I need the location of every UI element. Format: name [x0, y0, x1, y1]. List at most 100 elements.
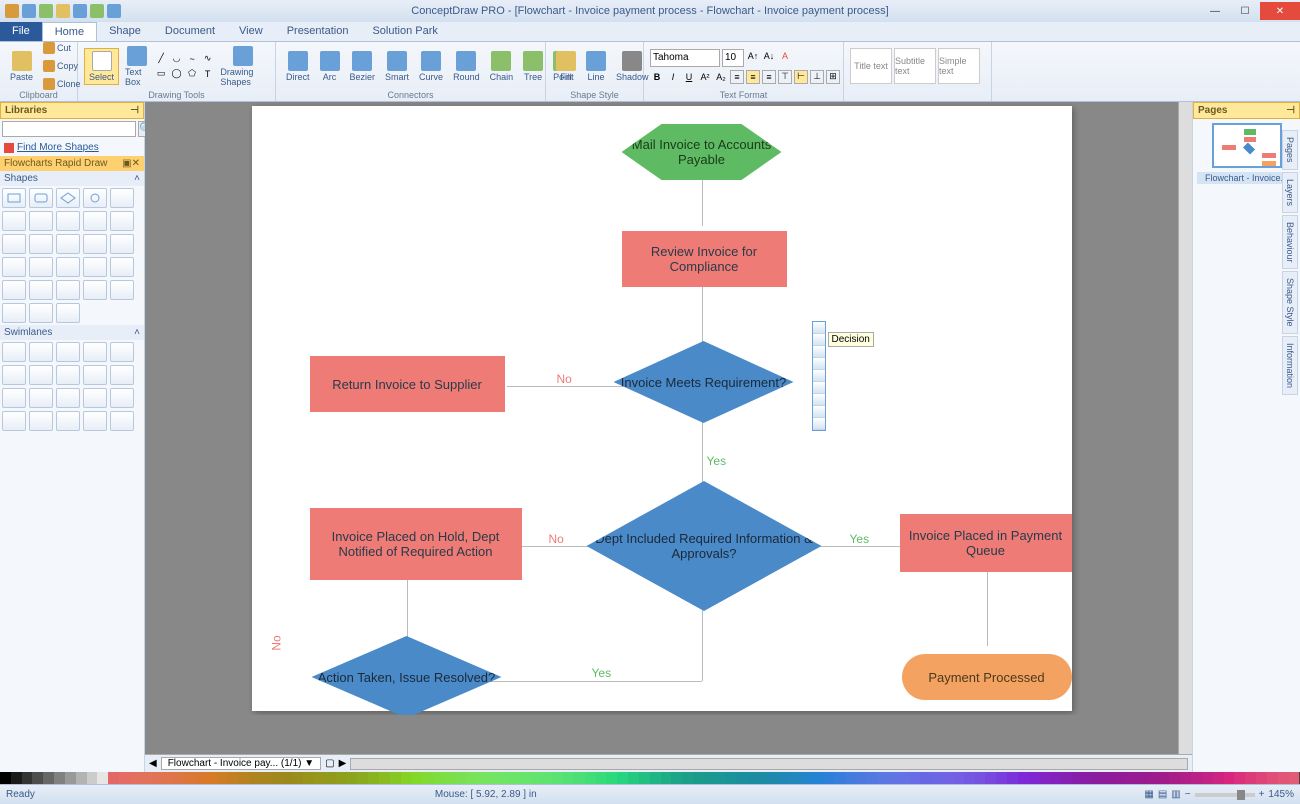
tab-solution-park[interactable]: Solution Park	[360, 22, 449, 41]
tool-ellipse[interactable]: ◯	[170, 67, 184, 81]
tab-view[interactable]: View	[227, 22, 275, 41]
qat-undo-icon[interactable]	[39, 4, 53, 18]
align-bottom[interactable]: ⊥	[810, 70, 824, 84]
node-invoice-meets[interactable]: Invoice Meets Requirement?	[614, 341, 794, 423]
qat-redo-icon[interactable]	[56, 4, 70, 18]
superscript-button[interactable]: A²	[698, 70, 712, 84]
smart-tb-4[interactable]	[813, 358, 825, 370]
swimlanes-subsection[interactable]: Swimlanes ˄	[0, 325, 144, 340]
shape-24[interactable]	[83, 280, 107, 300]
section-rapid-draw[interactable]: Flowcharts Rapid Draw▣✕	[0, 156, 144, 171]
tab-presentation[interactable]: Presentation	[275, 22, 361, 41]
shape-6[interactable]	[2, 211, 26, 231]
tab-home[interactable]: Home	[42, 22, 97, 41]
shape-25[interactable]	[110, 280, 134, 300]
conn-bezier[interactable]: Bezier	[346, 49, 380, 84]
tool-poly[interactable]: ⬠	[185, 67, 199, 81]
textbox-button[interactable]: Text Box	[121, 44, 152, 89]
smart-toolbar[interactable]	[812, 321, 826, 431]
shape-5[interactable]	[110, 188, 134, 208]
conn-direct[interactable]: Direct	[282, 49, 314, 84]
shape-10[interactable]	[110, 211, 134, 231]
swim-18[interactable]	[56, 411, 80, 431]
qat-print-icon[interactable]	[73, 4, 87, 18]
smart-tb-3[interactable]	[813, 346, 825, 358]
subscript-button[interactable]: A₂	[714, 70, 728, 84]
grow-font[interactable]: A↑	[746, 49, 760, 63]
shape-rect[interactable]	[2, 188, 26, 208]
node-payment-queue[interactable]: Invoice Placed in Payment Queue	[900, 514, 1072, 572]
swim-6[interactable]	[2, 365, 26, 385]
conn-round[interactable]: Round	[449, 49, 484, 84]
pin-icon[interactable]: ⊣	[1286, 105, 1295, 116]
close-button[interactable]: ✕	[1260, 2, 1300, 20]
qat-dropdown-icon[interactable]	[107, 4, 121, 18]
bold-button[interactable]: B	[650, 70, 664, 84]
tool-spline[interactable]: ∿	[201, 52, 215, 66]
swim-7[interactable]	[29, 365, 53, 385]
shapes-subsection[interactable]: Shapes ˄	[0, 171, 144, 186]
shape-21[interactable]	[2, 280, 26, 300]
conn-arc[interactable]: Arc	[316, 49, 344, 84]
swim-2[interactable]	[29, 342, 53, 362]
style-subtitle[interactable]: Subtitle text	[894, 48, 936, 84]
conn-chain[interactable]: Chain	[486, 49, 518, 84]
node-action-taken[interactable]: Action Taken, Issue Resolved?	[312, 636, 502, 715]
shape-circle[interactable]	[83, 188, 107, 208]
tool-rect[interactable]: ▭	[154, 67, 168, 81]
qat-save-icon[interactable]	[22, 4, 36, 18]
smart-tb-5[interactable]	[813, 370, 825, 382]
pagetab-new[interactable]: ▢	[325, 758, 334, 769]
shape-8[interactable]	[56, 211, 80, 231]
align-left[interactable]: ≡	[730, 70, 744, 84]
zoom-value[interactable]: 145%	[1268, 789, 1294, 800]
tab-file[interactable]: File	[0, 22, 42, 41]
conn-tree[interactable]: Tree	[519, 49, 547, 84]
shape-14[interactable]	[83, 234, 107, 254]
view-icon-3[interactable]: ▥	[1171, 789, 1180, 800]
fill-button[interactable]: Fill	[552, 49, 580, 84]
canvas[interactable]: Mail Invoice to Accounts Payable Review …	[252, 106, 1072, 711]
align-middle[interactable]: ⊢	[794, 70, 808, 84]
swim-4[interactable]	[83, 342, 107, 362]
sidetab-shape-style[interactable]: Shape Style	[1282, 271, 1298, 334]
vertical-scrollbar[interactable]	[1178, 102, 1192, 754]
style-title[interactable]: Title text	[850, 48, 892, 84]
swim-15[interactable]	[110, 388, 134, 408]
sidetab-layers[interactable]: Layers	[1282, 172, 1298, 213]
select-button[interactable]: Select	[84, 48, 119, 85]
fontsize-select[interactable]	[722, 49, 744, 67]
swim-1[interactable]	[2, 342, 26, 362]
conn-smart[interactable]: Smart	[381, 49, 413, 84]
node-mail-invoice[interactable]: Mail Invoice to Accounts Payable	[622, 124, 782, 180]
zoom-in[interactable]: +	[1259, 789, 1265, 800]
zoom-out[interactable]: −	[1185, 789, 1191, 800]
sidetab-pages[interactable]: Pages	[1282, 130, 1298, 170]
swim-9[interactable]	[83, 365, 107, 385]
node-payment-processed[interactable]: Payment Processed	[902, 654, 1072, 700]
font-color[interactable]: A	[778, 49, 792, 63]
swim-17[interactable]	[29, 411, 53, 431]
shape-20[interactable]	[110, 257, 134, 277]
color-palette[interactable]	[0, 772, 1300, 784]
swim-16[interactable]	[2, 411, 26, 431]
line-button[interactable]: Line	[582, 49, 610, 84]
tool-arc[interactable]: ◡	[170, 52, 184, 66]
swim-19[interactable]	[83, 411, 107, 431]
shape-11[interactable]	[2, 234, 26, 254]
italic-button[interactable]: I	[666, 70, 680, 84]
align-justify[interactable]: ⊞	[826, 70, 840, 84]
app-icon[interactable]	[5, 4, 19, 18]
shape-7[interactable]	[29, 211, 53, 231]
shape-28[interactable]	[56, 303, 80, 323]
smart-tb-2[interactable]	[813, 334, 825, 346]
view-icon-1[interactable]: ▦	[1144, 789, 1153, 800]
smart-tb-7[interactable]	[813, 394, 825, 406]
swim-10[interactable]	[110, 365, 134, 385]
smart-tb-9[interactable]	[813, 418, 825, 430]
drawing-shapes-button[interactable]: Drawing Shapes	[216, 44, 269, 89]
underline-button[interactable]: U	[682, 70, 696, 84]
shape-23[interactable]	[56, 280, 80, 300]
shape-12[interactable]	[29, 234, 53, 254]
swim-3[interactable]	[56, 342, 80, 362]
